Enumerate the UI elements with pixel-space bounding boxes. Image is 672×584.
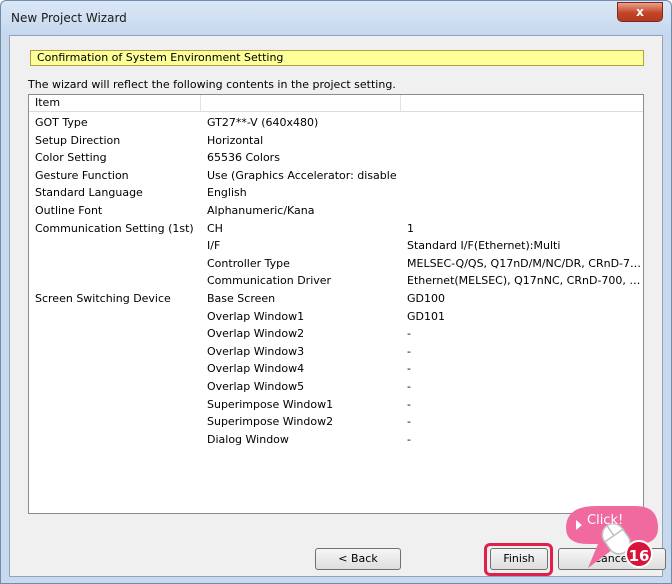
- table-cell-c3: GD100: [407, 291, 445, 305]
- dialog-body: Confirmation of System Environment Setti…: [9, 35, 666, 577]
- table-cell-c1: GOT Type: [35, 116, 88, 129]
- table-cell-c1: Communication Setting (1st): [35, 221, 194, 235]
- table-cell-c3: GD101: [407, 309, 445, 323]
- table-cell-c2: Controller Type: [207, 256, 290, 270]
- table-row: GOT Type GT27**-V (640x480): [29, 114, 643, 132]
- table-row: Overlap Window3 -: [29, 343, 643, 361]
- table-cell-c1: Gesture Function: [35, 168, 129, 182]
- section-banner: Confirmation of System Environment Setti…: [30, 50, 644, 66]
- table-cell-c3: MELSEC-Q/QS, Q17nD/M/NC/DR, CRnD-700: [407, 256, 643, 270]
- table-cell-c3: -: [407, 327, 411, 341]
- table-cell-c3: Ethernet(MELSEC), Q17nNC, CRnD-700, G...: [407, 274, 643, 288]
- table-row: Standard Language English: [29, 184, 643, 202]
- table-row: Superimpose Window2 -: [29, 413, 643, 431]
- table-row: Setup Direction Horizontal: [29, 132, 643, 150]
- table-cell-c2: Dialog Window: [207, 432, 289, 446]
- table-cell-c3: -: [407, 432, 411, 446]
- table-row: Outline Font Alphanumeric/Kana: [29, 202, 643, 220]
- step-badge: 16: [625, 540, 653, 568]
- table-cell-c2: Overlap Window5: [207, 379, 305, 393]
- table-cell-c3: Standard I/F(Ethernet):Multi: [407, 239, 561, 253]
- table-row: Color Setting 65536 Colors: [29, 149, 643, 167]
- table-row: Gesture Function Use (Graphics Accelerato…: [29, 167, 643, 185]
- close-button[interactable]: x: [617, 2, 663, 22]
- table-cell-c1: Outline Font: [35, 203, 103, 217]
- table-row: Communication Setting (1st) CH 1: [29, 220, 643, 238]
- table-row: Superimpose Window1 -: [29, 396, 643, 414]
- table-cell-c3: -: [407, 344, 411, 358]
- settings-table[interactable]: Item GOT Type GT27**-V (640x480) Setup Dir…: [28, 94, 644, 514]
- column-header-item[interactable]: Item: [29, 95, 201, 111]
- table-cell-c1: Standard Language: [35, 186, 143, 200]
- column-header-3[interactable]: [401, 95, 643, 111]
- table-cell-c3: -: [407, 415, 411, 429]
- table-row: Overlap Window2 -: [29, 325, 643, 343]
- table-cell-c2: English: [207, 186, 247, 200]
- table-cell-c2: I/F: [207, 239, 221, 253]
- table-cell-c2: Communication Driver: [207, 274, 332, 288]
- table-cell-c3: -: [407, 397, 411, 411]
- table-cell-c2: Horizontal: [207, 133, 264, 147]
- table-cell-c2: Superimpose Window2: [207, 415, 334, 429]
- table-row: Communication Driver Ethernet(MELSEC), Q1…: [29, 272, 643, 290]
- finish-button[interactable]: Finish: [490, 548, 548, 570]
- click-callout: Click! 16: [558, 498, 670, 574]
- table-cell-c2: GT27**-V (640x480): [207, 116, 319, 129]
- table-cell-c2: Overlap Window1: [207, 309, 305, 323]
- table-row: I/F Standard I/F(Ethernet):Multi: [29, 237, 643, 255]
- column-header-2[interactable]: [201, 95, 401, 111]
- table-cell-c2: 65536 Colors: [207, 151, 280, 165]
- table-cell-c1: Color Setting: [35, 151, 107, 165]
- table-cell-c3: 1: [407, 221, 414, 235]
- table-cell-c2: Alphanumeric/Kana: [207, 203, 315, 217]
- table-cell-c2: Superimpose Window1: [207, 397, 334, 411]
- table-cell-c2: Use (Graphics Accelerator: disabled): [207, 168, 397, 182]
- table-cell-c1: Screen Switching Device: [35, 291, 171, 305]
- click-callout-text: Click!: [587, 513, 624, 528]
- table-rows: GOT Type GT27**-V (640x480) Setup Directio…: [29, 114, 643, 448]
- close-icon: x: [636, 5, 644, 19]
- table-cell-c2: Overlap Window2: [207, 327, 305, 341]
- table-cell-c1: Setup Direction: [35, 133, 121, 147]
- table-cell-c3: -: [407, 379, 411, 393]
- table-cell-c2: Overlap Window4: [207, 362, 305, 376]
- table-row: Screen Switching Device Base Screen GD100: [29, 290, 643, 308]
- title-bar: New Project Wizard x: [1, 1, 671, 35]
- table-cell-c2: Overlap Window3: [207, 344, 305, 358]
- table-row: Controller Type MELSEC-Q/QS, Q17nD/M/NC/D…: [29, 255, 643, 273]
- mouse-icon: [566, 506, 658, 568]
- back-button[interactable]: < Back: [315, 548, 401, 570]
- table-row: Overlap Window4 -: [29, 360, 643, 378]
- table-row: Overlap Window1 GD101: [29, 308, 643, 326]
- table-header: Item: [29, 95, 643, 112]
- table-row: Overlap Window5 -: [29, 378, 643, 396]
- description-text: The wizard will reflect the following co…: [28, 78, 396, 91]
- window-title: New Project Wizard: [11, 11, 127, 25]
- table-cell-c3: -: [407, 362, 411, 376]
- table-cell-c2: Base Screen: [207, 291, 276, 305]
- wizard-window: New Project Wizard x Confirmation of Sys…: [0, 0, 672, 584]
- table-cell-c2: CH: [207, 221, 223, 235]
- table-row: Dialog Window -: [29, 431, 643, 449]
